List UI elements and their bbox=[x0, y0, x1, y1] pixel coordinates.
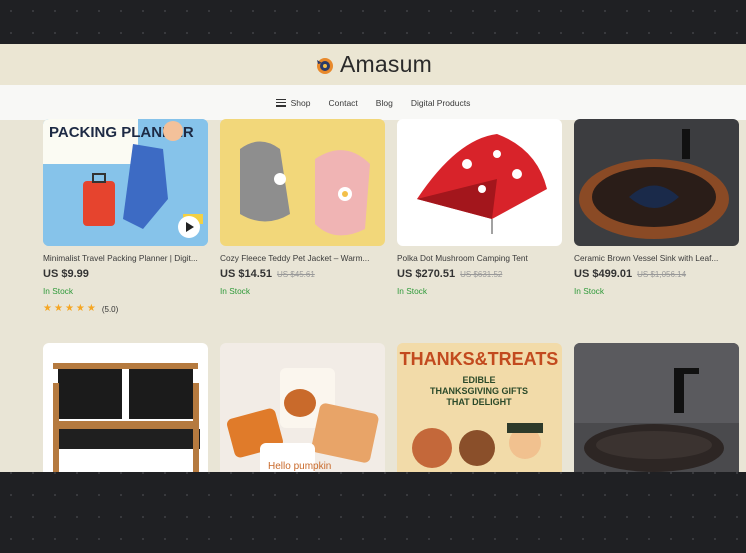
star-icon: ★ bbox=[64, 303, 74, 314]
thanks-line2: THANKSGIVING GIFTS bbox=[430, 386, 528, 396]
main-nav: Shop Contact Blog Digital Products bbox=[0, 85, 746, 120]
nav-digital-products-label: Digital Products bbox=[410, 97, 471, 108]
product-image[interactable]: Hello pumpkin bbox=[220, 343, 385, 472]
product-price: US $499.01 bbox=[574, 268, 633, 280]
product-card[interactable]: PACKING PLANNER Minimalist Travel Packin… bbox=[43, 119, 208, 314]
product-image[interactable] bbox=[397, 119, 562, 246]
product-title[interactable]: Polka Dot Mushroom Camping Tent bbox=[397, 253, 562, 263]
nav-blog[interactable]: Blog bbox=[367, 98, 402, 108]
product-card[interactable]: Hello pumpkin bbox=[220, 343, 385, 472]
nav-contact-label: Contact bbox=[328, 97, 358, 108]
product-price: US $9.99 bbox=[43, 268, 89, 280]
logo-icon bbox=[317, 57, 334, 74]
product-image[interactable]: THANKS&TREATS EDIBLE THANKSGIVING GIFTS … bbox=[397, 343, 562, 472]
product-card[interactable]: THANKS&TREATS EDIBLE THANKSGIVING GIFTS … bbox=[397, 343, 562, 472]
nav-blog-label: Blog bbox=[375, 97, 393, 108]
product-card[interactable]: Polka Dot Mushroom Camping Tent US $270.… bbox=[397, 119, 562, 296]
website-viewport: Amasum Shop Contact Blog Digital Product… bbox=[0, 44, 746, 472]
star-icon: ★ bbox=[86, 303, 96, 314]
product-price: US $270.51 bbox=[397, 268, 456, 280]
hamburger-menu-icon bbox=[275, 98, 286, 107]
star-icon: ★ bbox=[53, 303, 63, 314]
thanks-line1: EDIBLE bbox=[462, 375, 495, 385]
original-price: US $45.61 bbox=[276, 270, 315, 279]
product-card[interactable] bbox=[574, 343, 739, 472]
stock-status: In Stock bbox=[43, 286, 73, 296]
thanks-treats-title: THANKS&TREATS bbox=[400, 349, 559, 369]
star-icon: ★ bbox=[75, 303, 85, 314]
original-price: US $631.52 bbox=[460, 270, 503, 279]
brand-logo[interactable]: Amasum bbox=[314, 51, 432, 78]
product-title[interactable]: Minimalist Travel Packing Planner | Digi… bbox=[43, 253, 208, 263]
pillow-text: Hello pumpkin bbox=[268, 461, 331, 472]
rating-value: (5.0) bbox=[101, 304, 119, 314]
nav-digital-products[interactable]: Digital Products bbox=[402, 98, 480, 108]
nav-contact[interactable]: Contact bbox=[320, 98, 367, 108]
original-price: US $1,056.14 bbox=[637, 270, 687, 279]
play-icon bbox=[185, 222, 194, 232]
product-image[interactable] bbox=[43, 343, 208, 472]
product-title[interactable]: Cozy Fleece Teddy Pet Jacket – Warm... bbox=[220, 253, 385, 263]
star-icon: ★ bbox=[43, 303, 52, 314]
product-title[interactable]: Ceramic Brown Vessel Sink with Leaf... bbox=[574, 253, 739, 263]
stock-status: In Stock bbox=[574, 286, 604, 296]
product-image[interactable] bbox=[574, 343, 739, 472]
product-price: US $14.51 bbox=[220, 268, 272, 280]
thanks-line3: THAT DELIGHT bbox=[446, 397, 512, 407]
stock-status: In Stock bbox=[220, 286, 250, 296]
brand-name: Amasum bbox=[340, 51, 432, 77]
product-image[interactable]: PACKING PLANNER bbox=[43, 119, 208, 246]
product-image[interactable] bbox=[220, 119, 385, 246]
product-card[interactable]: Ceramic Brown Vessel Sink with Leaf... U… bbox=[574, 119, 739, 296]
brand-header: Amasum bbox=[0, 44, 746, 85]
nav-shop-label: Shop bbox=[290, 97, 311, 108]
product-image[interactable] bbox=[574, 119, 739, 246]
stock-status: In Stock bbox=[397, 286, 427, 296]
product-rating: ★ ★ ★ ★ ★ (5.0) bbox=[43, 304, 208, 314]
play-video-button[interactable] bbox=[178, 216, 200, 238]
product-card[interactable] bbox=[43, 343, 208, 472]
nav-shop[interactable]: Shop bbox=[267, 98, 320, 108]
product-card[interactable]: Cozy Fleece Teddy Pet Jacket – Warm... U… bbox=[220, 119, 385, 296]
